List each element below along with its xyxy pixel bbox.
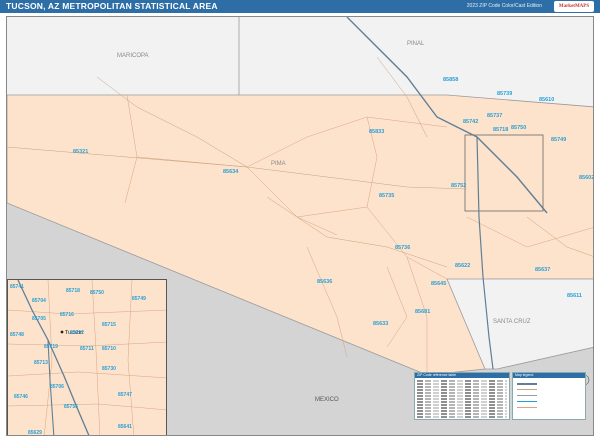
inset-zip-label: 85748 [10,332,24,338]
zip-reference-table: ZIP Code reference table [414,372,510,420]
zip-label: 85736 [395,245,410,251]
inset-zip-label: 85710 [102,346,116,352]
map-title: TUCSON, AZ METROPOLITAN STATISTICAL AREA [6,1,218,11]
tucson-city-dot [60,330,64,334]
zip-label: 85735 [379,193,394,199]
legend-rows [417,380,507,418]
inset-zip-label: 85747 [118,392,132,398]
title-bar: TUCSON, AZ METROPOLITAN STATISTICAL AREA… [0,0,600,13]
inset-zip-label: 85704 [32,298,46,304]
inset-zip-label: 85730 [102,366,116,372]
zip-label: 85610 [539,97,554,103]
legend-row [417,401,507,403]
zip-label: 85634 [223,169,239,175]
maricopa-label: MARICOPA [117,53,149,59]
inset-svg: Tucson 857418570485718 857508574985705857… [8,280,166,436]
legend-row [417,413,507,415]
zip-label: 85637 [535,267,550,273]
publisher-logo: MarketMAPS [554,1,594,12]
legend-row [417,383,507,385]
inset-zip-label: 85715 [102,322,116,328]
inset-zip-label: 85706 [50,384,64,390]
inset-zip-label: 85749 [132,296,146,302]
key-title: Map legend [513,373,585,378]
key-zip-line [517,401,537,402]
key-zip-boundary-line [517,407,537,408]
key-interstate-line [517,383,537,385]
inset-zip-label: 85629 [28,430,42,436]
zip-label: 85718 [493,127,508,133]
zip-label: 85739 [497,91,512,97]
inset-zip-label: 85741 [10,284,24,290]
inset-zip-label: 85711 [80,346,94,352]
legend-title: ZIP Code reference table [415,373,509,378]
legend-row [417,389,507,391]
inset-zip-label: 85705 [32,316,46,322]
inset-zip-label: 85719 [44,344,58,350]
tucson-inset-map[interactable]: Tucson 85741 85704 85718 85750 85749 85705 857… [7,279,167,436]
inset-zip-label: 85746 [14,394,28,400]
zip-label: 85750 [511,125,526,131]
inset-zip-label: 85750 [90,290,104,296]
legend-row [417,395,507,397]
inset-zip-label: 85641 [118,424,132,430]
legend-row [417,416,507,418]
inset-zip-label: 85718 [66,288,80,294]
pima-label: PIMA [271,161,286,167]
inset-zip-label: 85712 [70,330,84,336]
zip-label: 85833 [369,129,384,135]
zip-label: 85858 [443,77,458,83]
pinal-label: PINAL [407,41,425,47]
zip-label: 85645 [431,281,446,287]
zip-label: 85622 [455,263,470,269]
key-boundary-line [517,395,537,396]
zip-label: 85681 [415,309,430,315]
legend-row [417,380,507,382]
legend-row [417,386,507,388]
legend-row [417,410,507,412]
zip-label: 85749 [551,137,566,143]
inset-zip-label: 85716 [60,312,74,318]
santa-cruz-label: SANTA CRUZ [493,319,531,325]
zip-label: 85602 [579,175,594,181]
legend-row [417,404,507,406]
legend-row [417,392,507,394]
inset-zip-label: 85713 [34,360,48,366]
zip-label: 85611 [567,293,582,299]
zip-label: 85752 [451,183,466,189]
edition-label: 2023 ZIP Code Color/Cast Edition [466,3,542,9]
zip-label: 85636 [317,279,332,285]
key-road-line [517,389,537,390]
inset-zip-label: 85756 [64,404,78,410]
mexico-label: MEXICO [315,397,339,403]
zip-label: 85321 [73,149,88,155]
legend-row [417,398,507,400]
zip-label: 85737 [487,113,502,119]
map-key: Map legend [512,372,586,420]
legend-row [417,407,507,409]
zip-label: 85742 [463,119,478,125]
zip-label: 85633 [373,321,388,327]
